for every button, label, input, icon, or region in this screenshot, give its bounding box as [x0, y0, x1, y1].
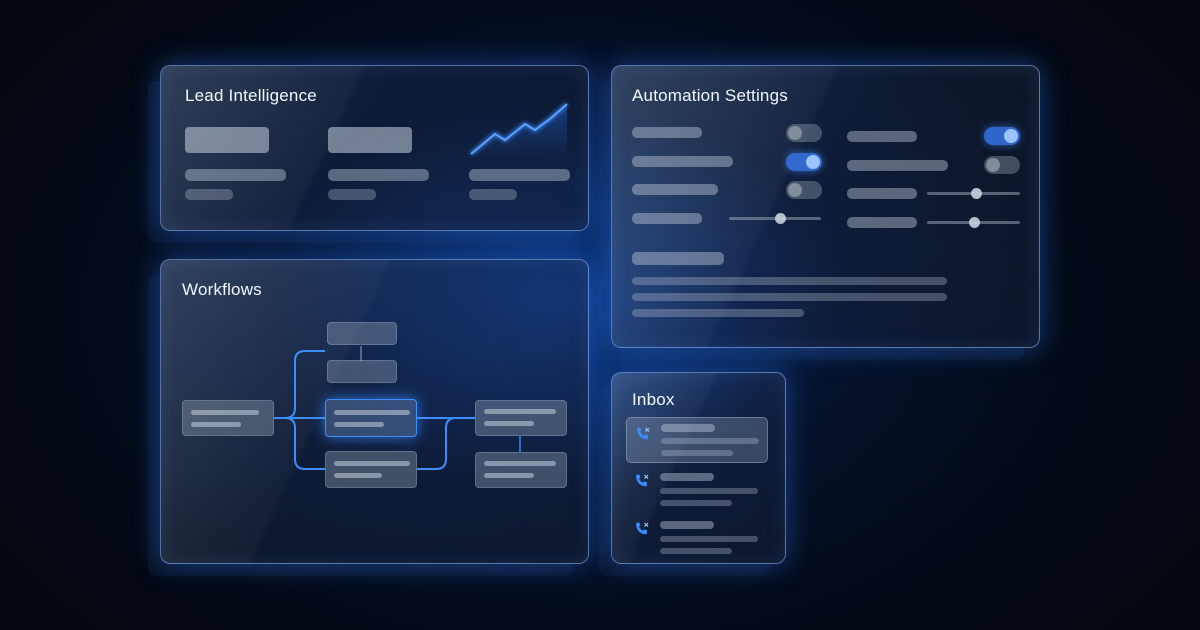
panel-title: Lead Intelligence	[185, 86, 317, 105]
lead-intelligence-panel: Lead Intelligence	[160, 65, 589, 231]
metric-value-placeholder	[328, 127, 412, 153]
metric-label-placeholder	[328, 169, 429, 181]
workflow-node-active[interactable]	[325, 399, 417, 437]
inbox-item-line-placeholder	[660, 488, 758, 494]
setting-slider[interactable]	[927, 188, 1020, 199]
inbox-item-line-placeholder	[660, 548, 732, 554]
workflow-node[interactable]	[327, 360, 397, 383]
inbox-item[interactable]	[626, 517, 768, 557]
metric-label-placeholder	[185, 169, 286, 181]
workflow-node[interactable]	[475, 452, 567, 488]
setting-label-placeholder	[847, 217, 917, 228]
inbox-panel: Inbox	[611, 372, 786, 564]
setting-label-placeholder	[632, 213, 702, 224]
metric-sublabel-placeholder	[185, 189, 233, 200]
workflow-node[interactable]	[327, 322, 397, 345]
missed-call-icon	[636, 474, 649, 487]
inbox-item-line-placeholder	[660, 536, 758, 542]
workflow-node[interactable]	[182, 400, 274, 436]
description-line-placeholder	[632, 293, 947, 301]
description-heading-placeholder	[632, 252, 724, 265]
setting-toggle[interactable]	[984, 156, 1020, 174]
inbox-item-line-placeholder	[661, 438, 759, 444]
panel-title: Inbox	[632, 390, 675, 409]
metric-label-placeholder	[469, 169, 570, 181]
setting-toggle[interactable]	[786, 153, 822, 171]
setting-toggle[interactable]	[984, 127, 1020, 145]
inbox-item[interactable]	[626, 417, 768, 463]
description-line-placeholder	[632, 277, 947, 285]
metric-value-placeholder	[185, 127, 269, 153]
workflow-node[interactable]	[325, 451, 417, 488]
missed-call-icon	[636, 522, 649, 535]
setting-toggle[interactable]	[786, 124, 822, 142]
inbox-item-line-placeholder	[660, 500, 732, 506]
setting-label-placeholder	[847, 131, 917, 142]
setting-label-placeholder	[632, 127, 702, 138]
inbox-item-title-placeholder	[660, 521, 714, 529]
trend-up-icon	[469, 102, 569, 158]
setting-label-placeholder	[632, 184, 718, 195]
setting-slider[interactable]	[927, 217, 1020, 228]
setting-label-placeholder	[847, 160, 948, 171]
missed-call-icon	[637, 427, 650, 440]
inbox-item[interactable]	[626, 469, 768, 509]
inbox-item-line-placeholder	[661, 450, 733, 456]
setting-label-placeholder	[632, 156, 733, 167]
automation-settings-panel: Automation Settings	[611, 65, 1040, 348]
workflows-panel: Workflows	[160, 259, 589, 564]
description-line-placeholder	[632, 309, 804, 317]
inbox-item-title-placeholder	[660, 473, 714, 481]
metric-sublabel-placeholder	[328, 189, 376, 200]
setting-toggle[interactable]	[786, 181, 822, 199]
metric-sublabel-placeholder	[469, 189, 517, 200]
setting-label-placeholder	[847, 188, 917, 199]
panel-title: Automation Settings	[632, 86, 788, 105]
setting-slider[interactable]	[729, 213, 821, 224]
workflow-node[interactable]	[475, 400, 567, 436]
inbox-item-title-placeholder	[661, 424, 715, 432]
